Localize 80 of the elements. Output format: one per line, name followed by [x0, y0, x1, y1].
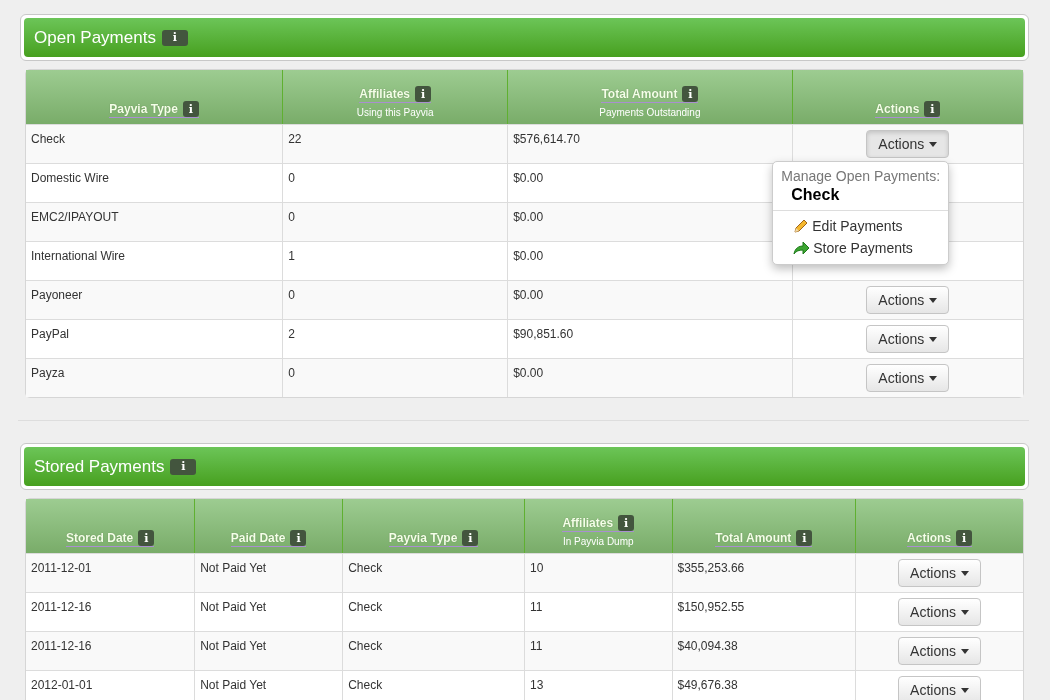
table-cell: Not Paid Yet	[200, 561, 267, 575]
actions-button[interactable]: Actions	[898, 559, 982, 587]
table-cell: 1	[288, 249, 295, 263]
actions-button[interactable]: Actions	[866, 325, 950, 353]
caret-icon	[961, 609, 970, 615]
column-subtitle: Using this Payvia	[355, 107, 435, 118]
table-cell: Payoneer	[31, 288, 83, 302]
info-badge[interactable]: i	[956, 530, 973, 546]
panel-title: Stored Payments	[34, 456, 165, 477]
table-cell: Check	[348, 600, 383, 614]
info-badge[interactable]: i	[462, 530, 479, 546]
table-cell: 0	[288, 171, 295, 185]
table-cell: $0.00	[513, 288, 544, 302]
actions-button[interactable]: Actions	[866, 286, 950, 314]
info-badge[interactable]: i	[415, 86, 431, 102]
table-cell: 11	[530, 639, 543, 653]
table-cell: Not Paid Yet	[200, 639, 267, 653]
column-subtitle: In Payvia Dump	[561, 536, 635, 547]
menu-item[interactable]: Edit Payments	[773, 215, 949, 237]
table-cell: $576,614.70	[513, 132, 580, 146]
info-badge[interactable]: i	[682, 86, 699, 102]
arrow-icon	[793, 240, 811, 256]
table-cell: Check	[348, 639, 383, 653]
table-cell: 11	[530, 600, 543, 614]
info-badge[interactable]: i	[138, 530, 155, 546]
info-badge[interactable]: i	[924, 101, 941, 117]
table-cell: 2012-01-01	[31, 678, 93, 692]
table-cell: EMC2/IPAYOUT	[31, 210, 119, 224]
menu-item[interactable]: Store Payments	[773, 237, 949, 259]
table-cell: Check	[348, 561, 383, 575]
menu-heading: Manage Open Payments:	[780, 168, 942, 184]
caret-icon	[929, 297, 938, 303]
table-cell: 22	[288, 132, 302, 146]
caret-icon	[929, 141, 938, 147]
table-cell: $355,253.66	[677, 561, 745, 575]
panel-title: Open Payments	[34, 27, 156, 48]
table-cell: $49,676.38	[677, 678, 738, 692]
table-cell: $40,094.38	[677, 639, 738, 653]
table-cell: Not Paid Yet	[200, 600, 267, 614]
table-cell: $0.00	[513, 249, 544, 263]
table-cell: 2011-12-16	[31, 600, 92, 614]
pencil-icon	[793, 218, 810, 234]
table-cell: 2	[288, 327, 295, 341]
column-subtitle: Payments Outstanding	[598, 107, 702, 118]
table-cell: Domestic Wire	[31, 171, 109, 185]
info-badge[interactable]: i	[796, 530, 813, 546]
table-cell: Not Paid Yet	[200, 678, 267, 692]
caret-icon	[929, 336, 938, 342]
table-cell: $0.00	[513, 366, 544, 380]
table-cell: $0.00	[513, 210, 544, 224]
caret-icon	[929, 375, 938, 381]
info-badge[interactable]: i	[170, 458, 197, 475]
actions-button[interactable]: Actions	[866, 364, 950, 392]
table-cell: Check	[31, 132, 65, 146]
table-cell: International Wire	[31, 249, 126, 263]
menu-subject: Check	[790, 185, 841, 205]
caret-icon	[961, 648, 970, 654]
info-badge[interactable]: i	[290, 530, 307, 546]
table-cell: 2011-12-01	[31, 561, 92, 575]
caret-icon	[961, 687, 970, 693]
caret-icon	[961, 570, 970, 576]
table-cell: 2011-12-16	[31, 639, 92, 653]
table-cell: $0.00	[513, 171, 544, 185]
info-badge[interactable]: i	[618, 515, 635, 531]
info-badge[interactable]: i	[161, 29, 188, 46]
table-cell: 0	[288, 288, 295, 302]
actions-button[interactable]: Actions	[866, 130, 950, 158]
table-cell: $150,952.55	[677, 600, 745, 614]
table-cell: 10	[530, 561, 544, 575]
table-cell: Payza	[31, 366, 65, 380]
table-cell: 0	[288, 210, 295, 224]
table-cell: 13	[530, 678, 544, 692]
actions-button[interactable]: Actions	[898, 676, 982, 700]
table-cell: 0	[288, 366, 295, 380]
info-badge[interactable]: i	[182, 101, 199, 117]
table-cell: Check	[348, 678, 383, 692]
actions-button[interactable]: Actions	[898, 637, 982, 665]
actions-button[interactable]: Actions	[898, 598, 982, 626]
table-cell: $90,851.60	[513, 327, 574, 341]
table-cell: PayPal	[31, 327, 70, 341]
